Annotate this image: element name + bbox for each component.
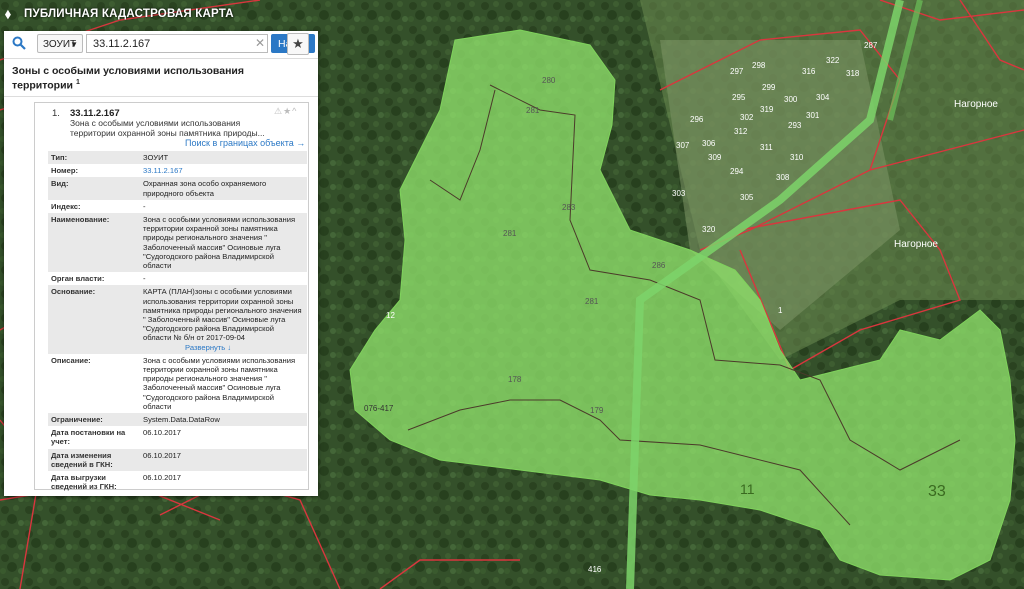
category-header: Зоны с особыми условиями использования т… [4,58,318,97]
svg-text:303: 303 [672,189,686,198]
zone-label: 11 [740,481,755,497]
warning-icon[interactable]: ⚠★^ [274,106,297,117]
parcel-label: 280 [542,76,556,85]
svg-text:306: 306 [702,139,716,148]
table-row: Дата изменения сведений в ГКН: 06.10.2017 [48,448,307,472]
result-index: 1. [52,108,60,119]
parcel-label: 12 [386,311,395,320]
svg-text:307: 307 [676,141,690,150]
svg-text:308: 308 [776,173,790,182]
search-icon[interactable] [12,36,26,50]
clear-icon[interactable]: ✕ [255,35,265,51]
attribute-table: Тип: ЗОУИТ Номер: 33.11.2.167 Вид: Охранная… [48,151,307,494]
result-description: Зона с особыми условиями использования т… [70,118,265,138]
table-row: Ограничение: System.Data.DataRow [48,413,307,427]
svg-text:301: 301 [806,111,820,120]
table-row: Орган власти: - [51,274,146,284]
svg-text:322: 322 [826,56,840,65]
chevron-down-icon: ▼ [70,40,78,49]
svg-text:296: 296 [690,115,704,124]
svg-text:298: 298 [752,61,766,70]
parcel-label: 178 [508,375,522,384]
parcel-label: 281 [526,106,540,115]
svg-text:316: 316 [802,67,816,76]
category-count: 1 [75,79,80,86]
table-row: Дата постановки на учет: 06.10.2017 [51,428,182,447]
place-label: Нагорное [894,239,938,250]
svg-text:305: 305 [740,193,754,202]
app-logo-icon: ⬧ [5,5,11,21]
zone-label: 33 [928,483,946,500]
parcel-label: 286 [652,261,666,270]
table-row: Описание: Зона с особыми условиями исполь… [51,355,296,411]
search-in-bounds-link[interactable]: Поиск в границах объекта → [185,138,305,148]
parcel-label: 281 [503,229,517,238]
svg-text:310: 310 [790,153,804,162]
parcel-label: 318 [846,69,860,78]
svg-text:309: 309 [708,153,722,162]
table-row: Тип: ЗОУИТ [48,151,307,165]
search-row: ЗОУИТ▼ ✕ Найти [4,31,318,59]
svg-text:302: 302 [740,113,754,122]
svg-text:297: 297 [730,67,744,76]
table-row: Вид: Охранная зона особо охраняемого прир… [48,177,307,200]
parcel-label: 287 [864,41,878,50]
object-type-select[interactable]: ЗОУИТ ▼ [37,34,83,53]
parcel-label: 281 [585,297,599,306]
svg-text:311: 311 [760,143,773,152]
svg-text:300: 300 [784,95,798,104]
table-row: Основание: КАРТА (ПЛАН)зоны с особыми усл… [48,285,307,354]
place-label: Нагорное [954,99,998,110]
category-title: Зоны с особыми условиями использования т… [12,65,244,92]
table-row: Индекс: - [51,201,146,211]
table-row: Наименование: Зона с особыми условиями ис… [48,213,307,273]
svg-text:320: 320 [702,225,716,234]
expand-link[interactable]: Развернуть ↓ [143,343,304,352]
zone-label: 076-417 [364,404,394,413]
svg-text:299: 299 [762,83,776,92]
parcel-label: 179 [590,406,604,415]
table-row: Дата выгрузки сведений из ГКН: 06.10.2017 [51,473,182,492]
svg-text:319: 319 [760,105,774,114]
search-input[interactable] [86,34,268,53]
parcel-label: 1 [778,306,783,315]
app-title: ПУБЛИЧНАЯ КАДАСТРОВАЯ КАРТА [24,7,234,20]
svg-text:295: 295 [732,93,746,102]
parcel-label: 416 [588,565,602,574]
table-row: Номер: 33.11.2.167 [51,166,183,176]
svg-text:294: 294 [730,167,744,176]
star-icon[interactable]: ★ [287,33,309,55]
svg-text:304: 304 [816,93,830,102]
app-header: ⬧ ПУБЛИЧНАЯ КАДАСТРОВАЯ КАРТА [0,0,1024,27]
parcel-label: 283 [562,203,576,212]
svg-text:293: 293 [788,121,802,130]
svg-text:312: 312 [734,127,748,136]
